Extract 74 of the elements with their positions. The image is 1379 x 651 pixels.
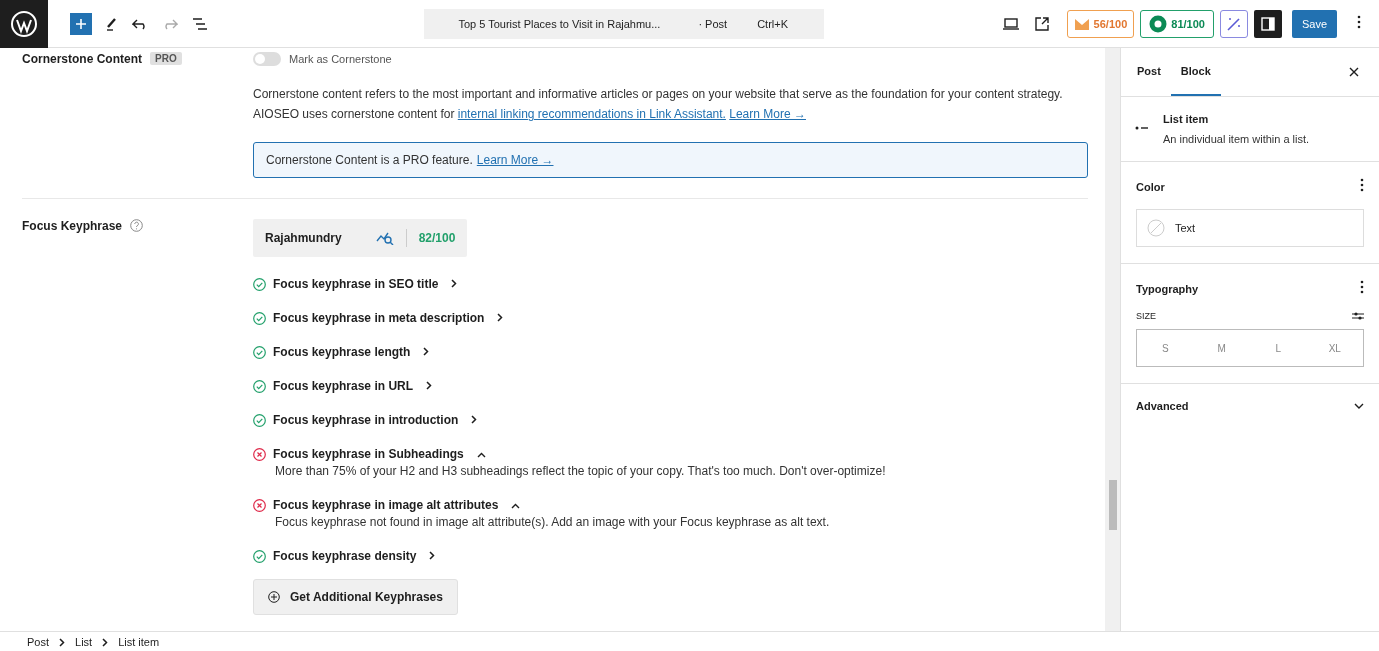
chevron-up-icon[interactable] [511,503,521,509]
breadcrumb-item[interactable]: List item [118,636,160,648]
chevron-right-icon [59,637,65,647]
sidebar-tab[interactable]: Post [1127,48,1171,96]
font-size-option[interactable]: S [1137,330,1194,366]
check-title[interactable]: Focus keyphrase in meta description [273,311,485,325]
check-detail: Focus keyphrase not found in image alt attribute(s). Add an image with your Focus keyphrase as alt text. [275,515,831,529]
wordpress-logo[interactable] [0,0,48,48]
sidebar-tab[interactable]: Block [1170,48,1221,96]
notice-text: Cornerstone Content is a PRO feature. [266,153,473,167]
keyphrase-score: 82/100 [418,231,456,245]
toggle-label: Mark as Cornerstone [289,53,392,65]
chevron-up-icon[interactable] [476,452,486,458]
check-title[interactable]: Focus keyphrase in introduction [273,413,459,427]
check-title[interactable]: Focus keyphrase in Subheadings [273,447,464,461]
pencil-icon[interactable] [106,16,118,31]
scrollbar[interactable] [1105,48,1120,631]
cornerstone-toggle[interactable] [253,52,281,66]
command-bar[interactable]: Top 5 Tourist Places to Visit in Rajahmu... · Post Ctrl+K [424,8,824,39]
panel-title: Advanced [1136,400,1189,412]
logo-icon [1149,14,1168,33]
check-title[interactable]: Focus keyphrase density [273,549,417,563]
check-title[interactable]: Focus keyphrase in image alt attributes [273,498,499,512]
chevron-right-icon [471,415,478,424]
close-icon [1349,67,1359,77]
aioseo-score-button[interactable]: 81/100 [1140,9,1214,38]
breadcrumb-item[interactable]: Post [27,636,49,648]
font-size-option[interactable]: M [1193,330,1250,366]
check-title[interactable]: Focus keyphrase in URL [273,379,414,393]
undo-icon[interactable] [132,17,148,30]
external-link-icon[interactable] [1034,16,1049,31]
additional-keyphrases-button[interactable]: Get Additional Keyphrases [253,579,458,615]
chevron-right-icon [497,313,504,322]
magic-wand-icon[interactable] [1219,9,1248,38]
size-label: SIZE [1136,311,1156,321]
sliders-icon[interactable] [1352,311,1364,321]
help-icon[interactable] [130,219,144,232]
breadcrumb-item[interactable]: List [75,636,93,648]
add-block-button[interactable] [70,12,92,35]
panel-title: Color [1136,180,1165,193]
block-name: List item [1163,113,1210,125]
chevron-right-icon [423,347,430,356]
chevron-right-icon [429,551,436,560]
list-view-icon[interactable] [192,17,208,30]
chart-search-icon[interactable] [375,231,394,245]
chevron-right-icon [426,381,433,390]
plus-icon [76,18,86,29]
keyphrase-chip[interactable]: Rajahmundry 82/100 [253,219,468,257]
logo-icon [1073,16,1090,31]
keyphrase-text: Rajahmundry [265,231,342,245]
learn-more-link[interactable]: Learn More → [476,153,554,167]
check-title[interactable]: Focus keyphrase in SEO title [273,277,439,291]
field-label: Focus Keyphrase [22,219,123,233]
pro-badge: PRO [150,52,182,65]
link-assistant-link[interactable]: internal linking recommendations in Link Assistant. [457,107,726,121]
cornerstone-description: Cornerstone content refers to the most important and informative articles or pages on your website that serve as the foundation for your content strategy. AIOSEO uses cornerstone content for internal linking recommendations in Link Assistant. Learn More → [253,86,1064,123]
plus-circle-icon [268,591,280,603]
font-size-option[interactable]: L [1250,330,1307,366]
check-detail: More than 75% of your H2 and H3 subheadings reflect the topic of your copy. That's too much. Don't over-optimize! [275,464,887,478]
chevron-down-icon[interactable] [1354,403,1364,409]
chevron-right-icon [451,279,458,288]
field-label: Cornerstone Content [22,52,142,66]
save-button[interactable]: Save [1291,9,1337,38]
chevron-right-icon [102,637,109,647]
block-description: An individual item within a list. [1163,133,1310,145]
list-item-icon [1135,125,1149,131]
sidebar-toggle-icon[interactable] [1253,9,1282,38]
check-title[interactable]: Focus keyphrase length [273,345,411,359]
text-color-control[interactable]: Text [1136,209,1364,247]
no-color-icon [1147,219,1165,237]
font-size-option[interactable]: XL [1306,330,1363,366]
learn-more-link[interactable]: Learn More → [729,107,806,121]
desktop-preview-icon[interactable] [1002,17,1019,30]
panel-title: Typography [1136,282,1199,295]
